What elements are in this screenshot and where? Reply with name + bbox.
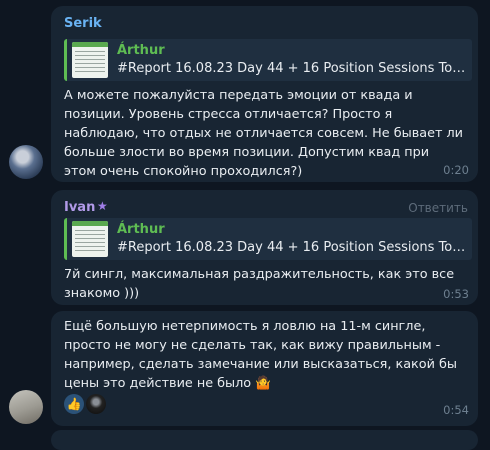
quote-text: #Report 16.08.23 Day 44 + 16 Position Se… bbox=[117, 61, 469, 76]
reply-button[interactable]: Ответить bbox=[408, 201, 468, 215]
star-icon: ★ bbox=[97, 199, 108, 213]
message-bubble[interactable]: Ivan ★ Ответить Árthur #Report 16.08.23 … bbox=[51, 190, 478, 305]
thumbs-up-reaction-icon[interactable]: 👍 bbox=[64, 394, 84, 414]
message-bubble[interactable] bbox=[51, 430, 478, 450]
report-thumbnail bbox=[72, 42, 108, 78]
message-bubble[interactable]: Serik Árthur #Report 16.08.23 Day 44 + 1… bbox=[51, 6, 478, 182]
reply-quote[interactable]: Árthur #Report 16.08.23 Day 44 + 16 Posi… bbox=[64, 39, 472, 81]
message-text: А можете пожалуйста передать эмоции от к… bbox=[64, 88, 463, 179]
report-thumbnail bbox=[72, 221, 108, 257]
message-text: Ещё большую нетерпимость я ловлю на 11-м… bbox=[64, 317, 464, 393]
message-time: 0:54 bbox=[443, 403, 469, 417]
shrug-emoji-icon: 🤷 bbox=[255, 376, 272, 391]
quote-author: Árthur bbox=[117, 222, 165, 237]
quote-author: Árthur bbox=[117, 43, 165, 58]
author-name[interactable]: Serik bbox=[64, 16, 102, 31]
message-text: 7й сингл, максимальная раздражительность… bbox=[64, 267, 455, 301]
message-time: 0:53 bbox=[443, 287, 469, 301]
quote-text: #Report 16.08.23 Day 44 + 16 Position Se… bbox=[117, 240, 469, 255]
avatar[interactable] bbox=[9, 145, 43, 179]
author-name[interactable]: Ivan bbox=[64, 200, 95, 215]
reply-quote[interactable]: Árthur #Report 16.08.23 Day 44 + 16 Posi… bbox=[64, 218, 472, 260]
avatar[interactable] bbox=[9, 390, 43, 424]
message-bubble[interactable]: Ещё большую нетерпимость я ловлю на 11-м… bbox=[51, 311, 478, 426]
reactor-avatar[interactable] bbox=[86, 394, 106, 414]
message-time: 0:20 bbox=[443, 163, 469, 177]
